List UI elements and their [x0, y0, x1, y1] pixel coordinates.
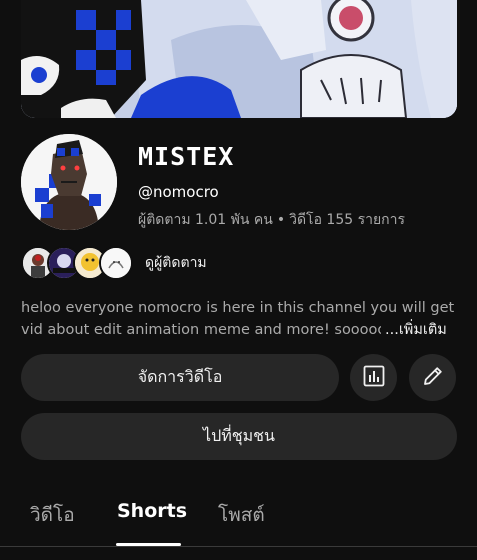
tab-posts[interactable]: โพสต์ — [218, 500, 265, 530]
channel-name: MISTEX — [138, 142, 235, 171]
description-line-1: heloo everyone nomocro is here in this c… — [21, 300, 455, 316]
edit-channel-button[interactable] — [409, 354, 456, 401]
manage-videos-button[interactable]: จัดการวิดีโอ — [21, 354, 339, 401]
view-subscribers-link[interactable]: ดูผู้ติดตาม — [145, 252, 207, 274]
view-subscribers-row[interactable]: ดูผู้ติดตาม — [21, 246, 207, 280]
tab-shorts[interactable]: Shorts — [117, 500, 187, 522]
go-to-community-button[interactable]: ไปที่ชุมชน — [21, 413, 457, 460]
stats-separator: • — [276, 212, 286, 228]
video-count: วิดีโอ 155 รายการ — [289, 212, 406, 228]
description-line-2: vid about edit animation meme and more! … — [21, 322, 381, 338]
subscriber-count: ผู้ติดตาม 1.01 พัน คน — [138, 212, 273, 228]
active-tab-indicator — [116, 543, 181, 546]
channel-handle: @nomocro — [138, 183, 219, 201]
channel-banner — [21, 0, 457, 118]
tab-videos[interactable]: วิดีโอ — [30, 500, 75, 530]
subscriber-avatars — [21, 246, 133, 280]
analytics-button[interactable] — [350, 354, 397, 401]
channel-description[interactable]: heloo everyone nomocro is here in this c… — [21, 297, 457, 341]
channel-tabs: วิดีโอ Shorts โพสต์ — [0, 490, 477, 560]
tabs-divider — [0, 546, 477, 547]
description-more-link[interactable]: ...เพิ่มเติม — [385, 319, 447, 341]
channel-avatar[interactable] — [21, 134, 117, 230]
bar-chart-icon — [362, 364, 386, 392]
channel-stats: ผู้ติดตาม 1.01 พัน คน • วิดีโอ 155 รายการ — [138, 209, 405, 231]
pencil-icon — [421, 364, 445, 392]
subscriber-avatar — [99, 246, 133, 280]
